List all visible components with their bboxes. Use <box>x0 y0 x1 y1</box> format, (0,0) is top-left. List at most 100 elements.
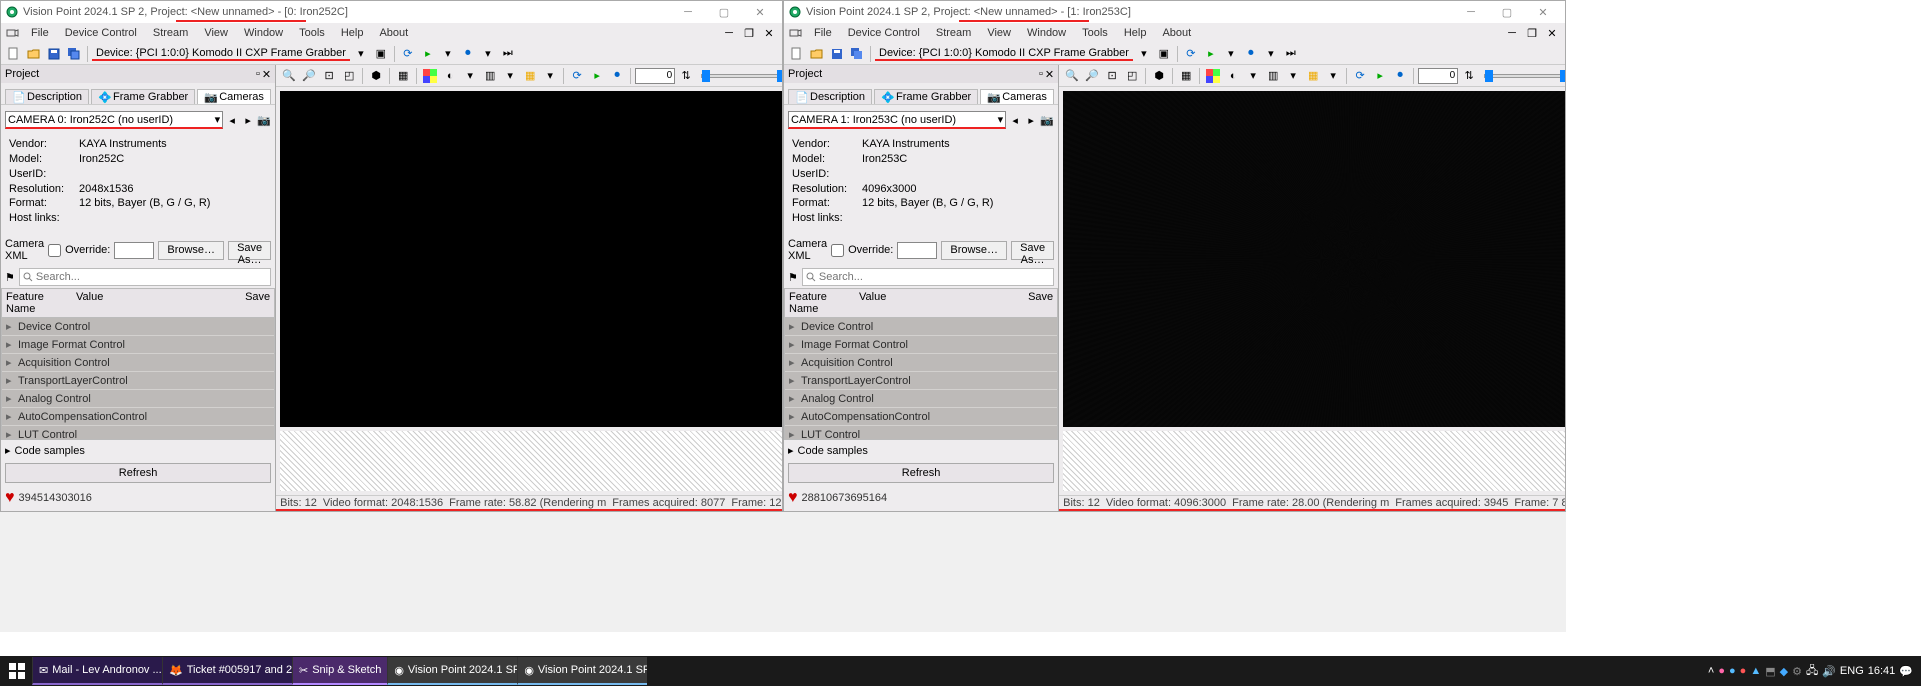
menu-about[interactable]: About <box>1154 27 1199 39</box>
camera-select[interactable]: CAMERA 1: Iron253C (no userID)▾ <box>788 111 1006 129</box>
feature-row[interactable]: ▸Acquisition Control <box>785 354 1057 372</box>
filter-icon[interactable]: ⚑ <box>788 271 798 284</box>
tray-icon[interactable]: ● <box>1718 665 1725 677</box>
tab-frame-grabber[interactable]: 💠Frame Grabber <box>874 89 978 104</box>
image-display[interactable] <box>1063 91 1565 427</box>
adv-record-icon[interactable]: ⏭ <box>1282 45 1300 63</box>
tab-description[interactable]: 📄Description <box>788 89 872 104</box>
feature-row[interactable]: ▸AutoCompensationControl <box>2 408 274 426</box>
taskbar-mail[interactable]: ✉Mail - Lev Andronov ... <box>32 657 162 685</box>
menu-file[interactable]: File <box>23 27 57 39</box>
tab-description[interactable]: 📄Description <box>5 89 89 104</box>
menu-stream[interactable]: Stream <box>145 27 196 39</box>
refresh-icon[interactable]: ⟳ <box>399 45 417 63</box>
image-display[interactable] <box>280 91 782 427</box>
grid2-icon[interactable]: ▦ <box>1304 67 1322 85</box>
close-button[interactable]: ✕ <box>1525 2 1561 22</box>
contrast-icon[interactable]: ◐ <box>441 67 459 85</box>
menu-window[interactable]: Window <box>236 27 291 39</box>
menu-device-control[interactable]: Device Control <box>840 27 928 39</box>
record2-icon[interactable]: ⏺ <box>1391 67 1409 85</box>
panel-close-icon[interactable]: ✕ <box>262 68 271 81</box>
camera-action-icon[interactable]: 📷 <box>1040 113 1054 127</box>
mdi-close-icon[interactable]: ✕ <box>760 24 778 42</box>
tray-time[interactable]: 16:41 <box>1868 665 1896 677</box>
mdi-min-icon[interactable]: ─ <box>1503 24 1521 42</box>
play2-icon[interactable]: ▸ <box>1371 67 1389 85</box>
feature-row[interactable]: ▸Acquisition Control <box>2 354 274 372</box>
mdi-close-icon[interactable]: ✕ <box>1543 24 1561 42</box>
save-icon[interactable] <box>45 45 63 63</box>
menu-tools[interactable]: Tools <box>1074 27 1116 39</box>
play-icon[interactable]: ▸ <box>1202 45 1220 63</box>
tray-icon[interactable]: ◆ <box>1780 665 1788 678</box>
record-icon[interactable]: ⏺ <box>1242 45 1260 63</box>
tab-frame-grabber[interactable]: 💠Frame Grabber <box>91 89 195 104</box>
notifications-icon[interactable]: 💬 <box>1899 665 1913 678</box>
camera-ctrl-icon[interactable]: ▣ <box>372 45 390 63</box>
feature-row[interactable]: ▸LUT Control <box>785 426 1057 440</box>
zoom-100-icon[interactable]: ◰ <box>340 67 358 85</box>
record2-icon[interactable]: ⏺ <box>608 67 626 85</box>
prev-camera-button[interactable]: ◂ <box>225 113 239 127</box>
hex-icon[interactable]: ⬢ <box>1150 67 1168 85</box>
feature-row[interactable]: ▸Analog Control <box>785 390 1057 408</box>
grid2-icon[interactable]: ▦ <box>521 67 539 85</box>
range-slider[interactable] <box>701 74 782 78</box>
connect-icon[interactable]: ⟳ <box>568 67 586 85</box>
range-slider[interactable] <box>1484 74 1565 78</box>
play-dd-icon[interactable]: ▾ <box>1222 45 1240 63</box>
taskbar-vp1[interactable]: ◉Vision Point 2024.1 SP... <box>387 657 517 685</box>
zoom-in-icon[interactable]: 🔍 <box>280 67 298 85</box>
record-icon[interactable]: ⏺ <box>459 45 477 63</box>
feature-row[interactable]: ▸Image Format Control <box>2 336 274 354</box>
colormap-icon[interactable] <box>1204 67 1222 85</box>
taskbar-ticket[interactable]: 🦊Ticket #005917 and 21... <box>162 657 292 685</box>
range-lo-input[interactable] <box>1418 68 1458 84</box>
tray-icon[interactable]: ⚙ <box>1792 665 1802 678</box>
feature-row[interactable]: ▸AutoCompensationControl <box>785 408 1057 426</box>
menu-help[interactable]: Help <box>1116 27 1155 39</box>
browse-button[interactable]: Browse… <box>158 241 224 260</box>
zoom-fit-icon[interactable]: ⊡ <box>320 67 338 85</box>
next-camera-button[interactable]: ▸ <box>1024 113 1038 127</box>
taskbar-vp2[interactable]: ◉Vision Point 2024.1 SP... <box>517 657 647 685</box>
taskbar-snip[interactable]: ✂Snip & Sketch <box>292 657 387 685</box>
menu-view[interactable]: View <box>979 27 1019 39</box>
minimize-button[interactable]: ─ <box>1453 2 1489 22</box>
colormap-icon[interactable] <box>421 67 439 85</box>
saveas-button[interactable]: Save As… <box>1011 241 1054 260</box>
close-button[interactable]: ✕ <box>742 2 778 22</box>
feature-row[interactable]: ▸Device Control <box>2 318 274 336</box>
play-dd-icon[interactable]: ▾ <box>439 45 457 63</box>
camera-select[interactable]: CAMERA 0: Iron252C (no userID)▾ <box>5 111 223 129</box>
zoom-100-icon[interactable]: ◰ <box>1123 67 1141 85</box>
play2-icon[interactable]: ▸ <box>588 67 606 85</box>
tab-cameras[interactable]: 📷Cameras <box>980 89 1054 104</box>
menu-file[interactable]: File <box>806 27 840 39</box>
play-icon[interactable]: ▸ <box>419 45 437 63</box>
panel-float-icon[interactable]: ▫ <box>256 68 260 81</box>
override-checkbox[interactable] <box>48 244 61 257</box>
save-all-icon[interactable] <box>65 45 83 63</box>
grid-icon[interactable]: ▦ <box>1177 67 1195 85</box>
search-input[interactable] <box>19 268 271 286</box>
panel-close-icon[interactable]: ✕ <box>1045 68 1054 81</box>
titlebar[interactable]: Vision Point 2024.1 SP 2, Project: <New … <box>784 1 1565 23</box>
refresh-button[interactable]: Refresh <box>788 463 1054 483</box>
save-icon[interactable] <box>828 45 846 63</box>
mdi-restore-icon[interactable]: ❐ <box>1523 24 1541 42</box>
code-samples-expander[interactable]: ▸Code samples <box>1 440 275 461</box>
connect-icon[interactable]: ⟳ <box>1351 67 1369 85</box>
menu-device-control[interactable]: Device Control <box>57 27 145 39</box>
record-dd-icon[interactable]: ▾ <box>1262 45 1280 63</box>
feature-row[interactable]: ▸Image Format Control <box>785 336 1057 354</box>
feature-row[interactable]: ▸TransportLayerControl <box>2 372 274 390</box>
tray-icon[interactable]: ▲ <box>1750 665 1761 677</box>
range-lo-input[interactable] <box>635 68 675 84</box>
system-tray[interactable]: ˄ ● ● ● ▲ ⬒ ◆ ⚙ 🖧 🔊 ENG 16:41 💬 <box>1702 662 1919 681</box>
refresh-button[interactable]: Refresh <box>5 463 271 483</box>
maximize-button[interactable]: ▢ <box>1489 2 1525 22</box>
device-dropdown-icon[interactable]: ▾ <box>1135 45 1153 63</box>
tray-chevron-icon[interactable]: ˄ <box>1708 665 1714 677</box>
